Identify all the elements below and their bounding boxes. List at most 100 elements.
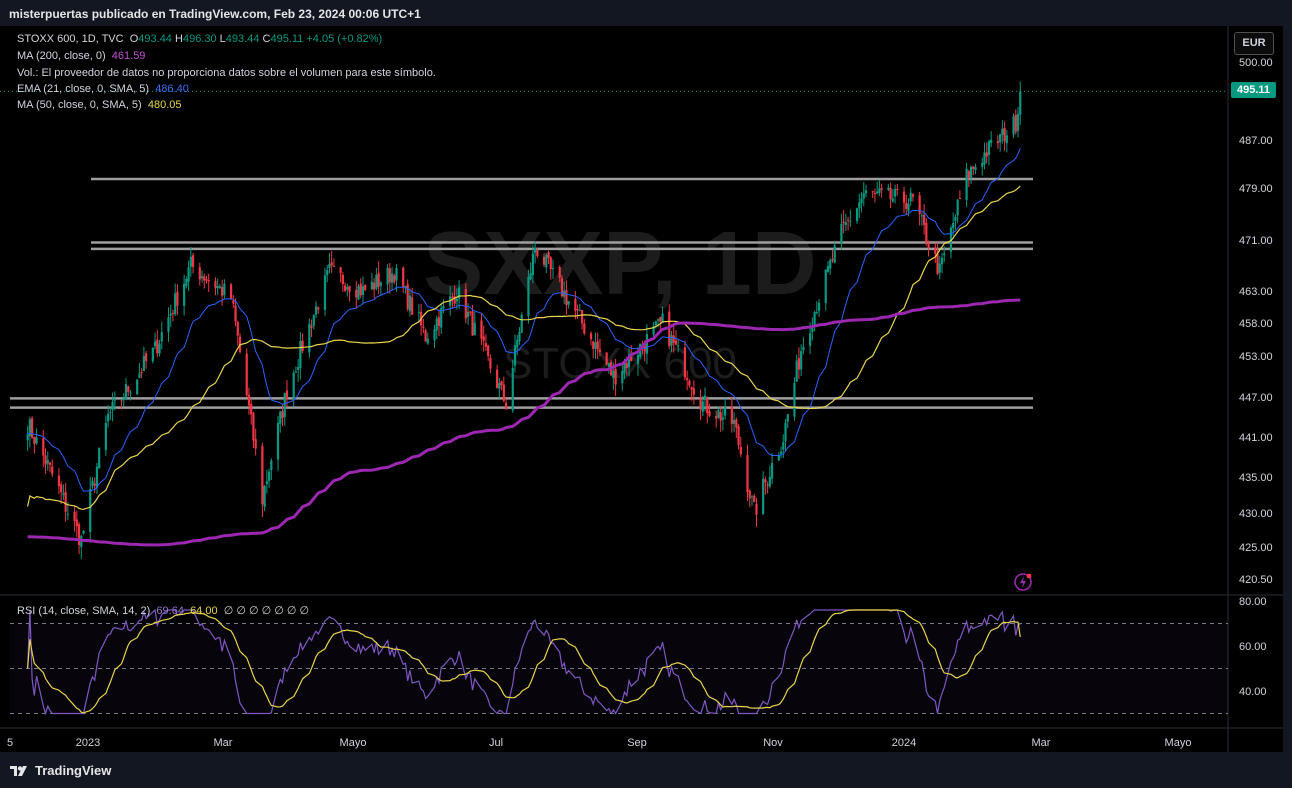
candle-body (549, 257, 552, 270)
candle (795, 354, 798, 382)
candle (496, 364, 499, 389)
candle (996, 135, 999, 149)
candle-body (1012, 116, 1015, 135)
chart-author-header: misterpuertas publicado en TradingView.c… (9, 7, 421, 21)
candle-body (777, 455, 780, 461)
candle-body (111, 401, 114, 410)
candle-body (686, 378, 689, 380)
chart-frame[interactable]: SXXP, 1D STOXX 600 500.00 487.00 479.00 471.… (0, 26, 1283, 752)
candle (1001, 120, 1004, 144)
candle (388, 263, 391, 294)
candle (386, 263, 389, 293)
candle-body (701, 401, 704, 412)
candle-body (831, 259, 834, 261)
candle-body (625, 363, 628, 369)
candle-body (753, 496, 756, 503)
candle-body (232, 300, 235, 304)
candle (238, 333, 242, 354)
candle-body (377, 272, 380, 287)
tradingview-brand: TradingView (35, 763, 112, 778)
candle (140, 368, 143, 379)
candle (156, 329, 159, 358)
currency-button[interactable]: EUR (1234, 32, 1274, 55)
candle-body (849, 221, 852, 223)
candle (833, 241, 836, 264)
candle (480, 312, 483, 345)
candle (864, 184, 868, 198)
candle-body (346, 287, 349, 290)
candle-body (905, 203, 908, 209)
candle (746, 444, 749, 502)
candle-body (967, 171, 970, 178)
candle (223, 279, 226, 300)
candle-body (73, 511, 76, 522)
candle-body (498, 383, 501, 389)
candle-body (605, 352, 608, 365)
candle (911, 193, 915, 202)
price-chart[interactable]: SXXP, 1DSTOXX 600 500.00 487.00 479.00 471.… (0, 26, 1283, 752)
candle (487, 344, 490, 361)
candle-body (496, 369, 499, 389)
tradingview-footer[interactable]: TradingView (10, 763, 111, 778)
candle (171, 309, 175, 322)
candle-body (855, 208, 859, 222)
candle-body (301, 340, 304, 352)
candle (498, 377, 501, 399)
candle (247, 387, 251, 415)
candle-body (862, 193, 865, 199)
candle (956, 198, 959, 224)
high-label: H (175, 33, 183, 45)
candle-body (721, 417, 725, 420)
candle-body (370, 281, 374, 290)
candle (706, 396, 709, 424)
candle-body (954, 216, 957, 221)
candle-body (393, 275, 396, 283)
candle-body (42, 438, 45, 456)
candle-body (62, 493, 65, 495)
candle-body (60, 484, 63, 493)
candle (842, 210, 845, 234)
candle-body (312, 315, 315, 326)
candle-body (245, 353, 248, 396)
candle-body (357, 286, 360, 300)
candle-body (31, 418, 34, 438)
candle-body (51, 466, 54, 475)
candle-body (974, 167, 977, 171)
candle (878, 179, 881, 196)
candle-body (699, 397, 702, 410)
candle (855, 207, 859, 224)
candle-body (390, 273, 394, 283)
time-tick-label: 2024 (892, 737, 916, 749)
price-tick-label: 458.00 (1239, 318, 1273, 330)
candle-body (142, 355, 145, 371)
volume-legend: Vol.: El proveedor de datos no proporcio… (17, 67, 436, 79)
candle-body (746, 455, 749, 492)
time-tick-label: Mayo (1165, 737, 1192, 749)
candle (1003, 121, 1006, 151)
candle-body (829, 260, 832, 269)
flash-icon[interactable] (1013, 572, 1033, 592)
candle-body (547, 252, 550, 259)
candle-body (987, 141, 991, 155)
price-tick-label: 441.00 (1239, 432, 1273, 444)
candle-body (748, 490, 751, 499)
candle (205, 275, 208, 284)
candle (464, 283, 467, 324)
candle-body (451, 296, 454, 298)
open-value: 493.44 (138, 33, 172, 45)
candle-body (768, 477, 771, 487)
candle (748, 489, 751, 508)
candle (724, 398, 727, 420)
time-tick-label: 5 (7, 737, 13, 749)
candle-body (688, 380, 691, 386)
candle-body (297, 367, 300, 370)
candle-body (109, 412, 112, 414)
candle-body (983, 152, 986, 165)
candle (127, 385, 130, 397)
ema21-legend: EMA (21, close, 0, SMA, 5) 486.40 (17, 83, 189, 95)
candle-body (844, 222, 847, 225)
candle (77, 521, 81, 555)
candle-body (402, 267, 405, 288)
candle (359, 278, 362, 299)
candle (918, 191, 921, 226)
